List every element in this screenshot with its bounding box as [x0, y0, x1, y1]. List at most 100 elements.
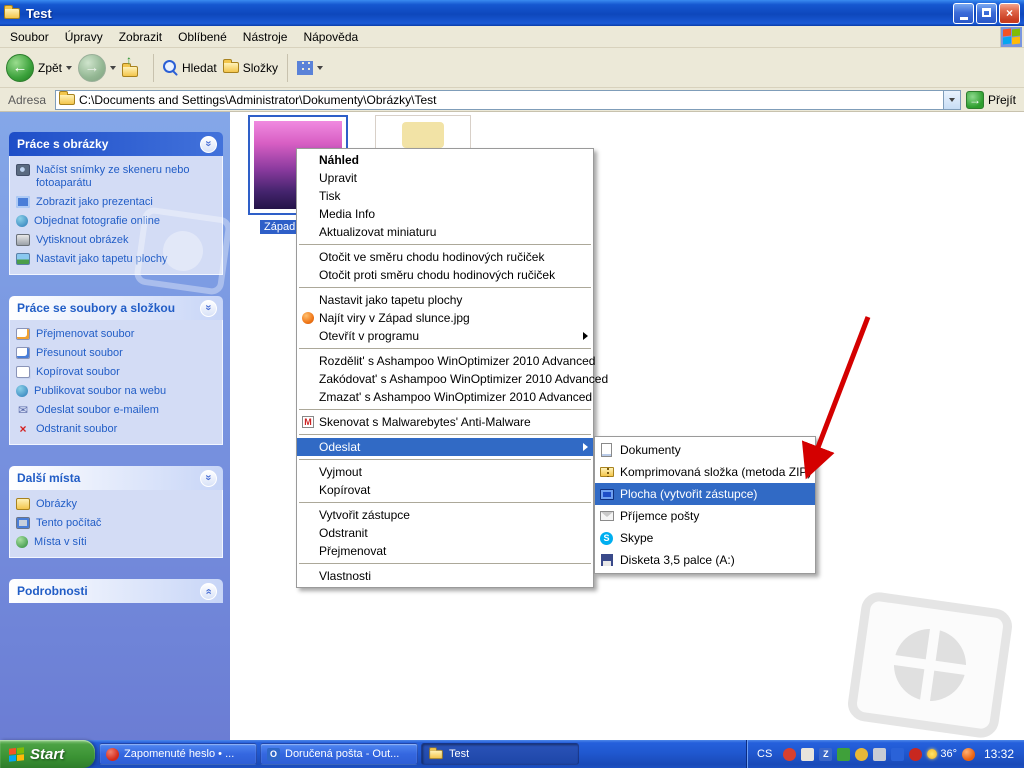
- search-button[interactable]: Hledat: [163, 60, 217, 75]
- updater-icon[interactable]: [855, 748, 868, 761]
- context-item-rename[interactable]: Přejmenovat: [297, 542, 593, 560]
- views-button[interactable]: [297, 61, 323, 75]
- keyboard-layout-icon[interactable]: [873, 748, 886, 761]
- skype-icon: S: [600, 532, 613, 545]
- context-item-copy[interactable]: Kopírovat: [297, 481, 593, 499]
- context-item-refresh-thumbnail[interactable]: Aktualizovat miniaturu: [297, 223, 593, 241]
- close-button[interactable]: ×: [999, 3, 1020, 24]
- sidebar-item-delete-file[interactable]: × Odstranit soubor: [16, 423, 216, 436]
- folders-button[interactable]: Složky: [223, 61, 278, 75]
- malwarebytes-icon: M: [302, 416, 314, 428]
- messenger-alert-icon[interactable]: [783, 748, 796, 761]
- expand-chevron-icon[interactable]: «: [200, 583, 217, 600]
- up-arrow-icon: ↑: [126, 53, 132, 67]
- picture-watermark-icon: [133, 206, 233, 296]
- forward-button[interactable]: →: [78, 54, 116, 82]
- collapse-chevron-icon[interactable]: «: [200, 300, 217, 317]
- sidebar-item-copy-file[interactable]: Kopírovat soubor: [16, 366, 216, 379]
- window-title: Test: [26, 6, 953, 21]
- minimize-button[interactable]: [953, 3, 974, 24]
- security-alert-icon[interactable]: [909, 748, 922, 761]
- menu-separator: [299, 502, 591, 503]
- up-button[interactable]: ↑: [122, 59, 144, 77]
- mail-notifier-icon[interactable]: [801, 748, 814, 761]
- context-item-print[interactable]: Tisk: [297, 187, 593, 205]
- menu-upravy[interactable]: Úpravy: [57, 30, 111, 44]
- menu-oblibene[interactable]: Oblíbené: [170, 30, 235, 44]
- file-folder-tasks-header[interactable]: Práce se soubory a složkou «: [9, 296, 223, 320]
- back-dropdown-icon[interactable]: [66, 66, 72, 70]
- context-menu: Náhled Upravit Tisk Media Info Aktualizo…: [296, 148, 594, 588]
- context-item-create-shortcut[interactable]: Vytvořit zástupce: [297, 506, 593, 524]
- toolbar-separator: [287, 54, 288, 82]
- sendto-item-zip-folder[interactable]: Komprimovaná složka (metoda ZIP): [595, 461, 815, 483]
- context-item-rotate-ccw[interactable]: Otočit proti směru chodu hodinových ruči…: [297, 266, 593, 284]
- browser-icon: [106, 748, 119, 761]
- sidebar-item-rename-file[interactable]: Přejmenovat soubor: [16, 328, 216, 341]
- language-indicator[interactable]: CS: [755, 748, 778, 760]
- context-item-delete[interactable]: Odstranit: [297, 524, 593, 542]
- sidebar-item-network-places[interactable]: Místa v síti: [16, 536, 216, 549]
- weather-widget[interactable]: 36°: [927, 748, 957, 760]
- context-item-media-info[interactable]: Media Info: [297, 205, 593, 223]
- sidebar-item-move-file[interactable]: Přesunout soubor: [16, 347, 216, 360]
- details-header[interactable]: Podrobnosti «: [9, 579, 223, 603]
- context-item-scan-malwarebytes[interactable]: MSkenovat s Malwarebytes' Anti-Malware: [297, 413, 593, 431]
- other-places-header[interactable]: Další místa «: [9, 466, 223, 490]
- context-item-properties[interactable]: Vlastnosti: [297, 567, 593, 585]
- clock[interactable]: 13:32: [984, 747, 1014, 761]
- context-item-split-winoptimizer[interactable]: Rozdělit' s Ashampoo WinOptimizer 2010 A…: [297, 352, 593, 370]
- context-item-edit[interactable]: Upravit: [297, 169, 593, 187]
- sendto-item-floppy[interactable]: Disketa 3,5 palce (A:): [595, 549, 815, 571]
- back-button[interactable]: ← Zpět: [6, 54, 72, 82]
- sidebar-item-pictures[interactable]: Obrázky: [16, 498, 216, 511]
- zonealarm-icon[interactable]: Z: [819, 748, 832, 761]
- taskbar-task-inbox-outlook[interactable]: O Doručená pošta - Out...: [260, 743, 418, 765]
- menu-zobrazit[interactable]: Zobrazit: [111, 30, 170, 44]
- picture-tasks-header[interactable]: Práce s obrázky «: [9, 132, 223, 156]
- sendto-item-mail-recipient[interactable]: Příjemce pošty: [595, 505, 815, 527]
- collapse-chevron-icon[interactable]: «: [200, 470, 217, 487]
- menu-bar: Soubor Úpravy Zobrazit Oblíbené Nástroje…: [0, 26, 1024, 48]
- maximize-button[interactable]: [976, 3, 997, 24]
- file-folder-tasks-pane: Práce se soubory a složkou « Přejmenovat…: [9, 296, 223, 445]
- address-input[interactable]: C:\Documents and Settings\Administrator\…: [55, 90, 961, 110]
- taskbar-tasks: Zapomenuté heslo • ... O Doručená pošta …: [95, 740, 746, 768]
- search-icon: [163, 60, 178, 75]
- copy-file-icon: [16, 366, 30, 378]
- floppy-disk-icon: [601, 554, 613, 566]
- context-item-cut[interactable]: Vyjmout: [297, 463, 593, 481]
- context-item-send-to[interactable]: Odeslat: [297, 438, 593, 456]
- go-button[interactable]: → Přejít: [966, 91, 1020, 109]
- sendto-item-desktop-shortcut[interactable]: Plocha (vytvořit zástupce): [595, 483, 815, 505]
- menu-soubor[interactable]: Soubor: [2, 30, 57, 44]
- address-dropdown-button[interactable]: [943, 91, 960, 109]
- context-item-set-wallpaper[interactable]: Nastavit jako tapetu plochy: [297, 291, 593, 309]
- context-item-encode-winoptimizer[interactable]: Zakódovat' s Ashampoo WinOptimizer 2010 …: [297, 370, 593, 388]
- taskbar-task-forgotten-password[interactable]: Zapomenuté heslo • ...: [99, 743, 257, 765]
- sidebar-item-email-file[interactable]: ✉ Odeslat soubor e-mailem: [16, 404, 216, 417]
- browser-tray-icon[interactable]: [962, 748, 975, 761]
- sidebar-item-get-pictures[interactable]: Načíst snímky ze skeneru nebo fotoaparát…: [16, 164, 216, 190]
- context-item-find-viruses[interactable]: Najít viry v Západ slunce.jpg: [297, 309, 593, 327]
- sendto-item-documents[interactable]: Dokumenty: [595, 439, 815, 461]
- menu-nastroje[interactable]: Nástroje: [235, 30, 296, 44]
- taskbar-task-test-folder[interactable]: Test: [421, 743, 579, 765]
- context-item-wipe-winoptimizer[interactable]: Zmazat' s Ashampoo WinOptimizer 2010 Adv…: [297, 388, 593, 406]
- move-file-icon: [16, 347, 30, 359]
- order-prints-online-icon: [16, 215, 28, 227]
- sendto-item-skype[interactable]: SSkype: [595, 527, 815, 549]
- context-item-rotate-cw[interactable]: Otočit ve směru chodu hodinových ručiček: [297, 248, 593, 266]
- sidebar-item-publish-web[interactable]: Publikovat soubor na webu: [16, 385, 216, 398]
- address-folder-icon: [59, 94, 75, 105]
- menu-napoveda[interactable]: Nápověda: [295, 30, 366, 44]
- network-status-icon[interactable]: [891, 748, 904, 761]
- context-item-preview[interactable]: Náhled: [297, 151, 593, 169]
- collapse-chevron-icon[interactable]: «: [200, 136, 217, 153]
- start-button[interactable]: Start: [0, 740, 95, 768]
- sidebar-item-my-computer[interactable]: Tento počítač: [16, 517, 216, 530]
- antivirus-shield-icon[interactable]: [837, 748, 850, 761]
- desktop: Test × Soubor Úpravy Zobrazit Oblíbené N…: [0, 0, 1024, 768]
- context-item-open-with[interactable]: Otevřít v programu: [297, 327, 593, 345]
- sidebar-item-slideshow[interactable]: Zobrazit jako prezentaci: [16, 196, 216, 209]
